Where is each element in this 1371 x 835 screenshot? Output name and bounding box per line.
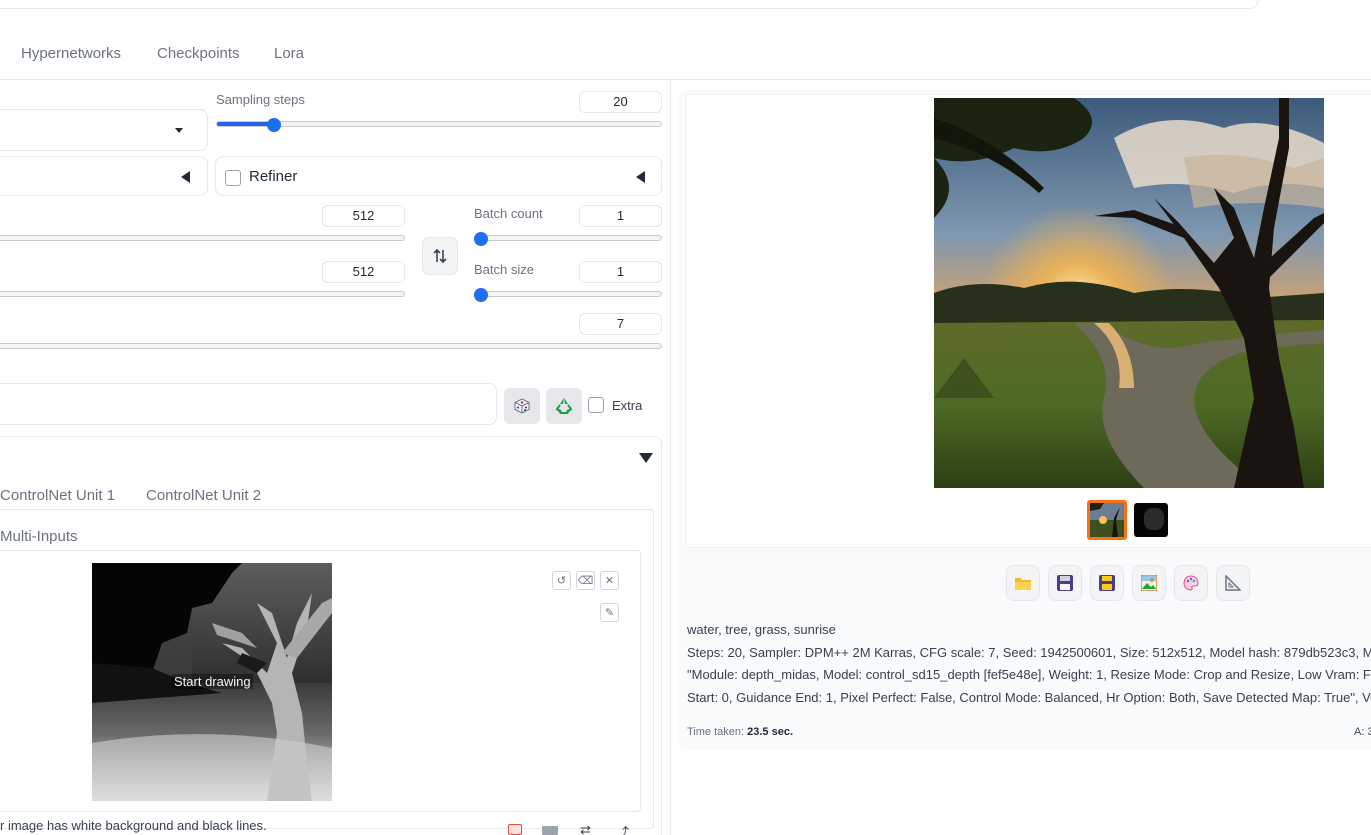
save-button[interactable] <box>1048 565 1082 601</box>
output-prompt: water, tree, grass, sunrise <box>687 622 836 637</box>
generated-image[interactable] <box>934 98 1324 488</box>
output-params-line-2: "Module: depth_midas, Model: control_sd1… <box>687 667 1371 682</box>
floppy-disk-icon <box>1057 575 1073 591</box>
seed-input[interactable] <box>0 383 497 425</box>
brush-icon: ✎ <box>604 607 615 619</box>
open-folder-button[interactable] <box>1006 565 1040 601</box>
send-to-img2img-button[interactable] <box>1132 565 1166 601</box>
webcam-icon[interactable] <box>542 826 558 835</box>
floppy-zip-icon <box>1099 575 1115 591</box>
clear-button[interactable]: ✕ <box>600 571 619 590</box>
batch-size-slider[interactable] <box>474 291 662 297</box>
time-taken-label: Time taken: <box>687 726 745 738</box>
palette-icon <box>1183 575 1199 591</box>
sampling-steps-slider[interactable] <box>216 121 662 127</box>
output-params-line-3: Start: 0, Guidance End: 1, Pixel Perfect… <box>687 690 1371 705</box>
height-input[interactable]: 512 <box>322 261 405 283</box>
undo-button[interactable]: ↺ <box>552 571 571 590</box>
output-params-line-1: Steps: 20, Sampler: DPM++ 2M Karras, CFG… <box>687 645 1371 660</box>
batch-size-label: Batch size <box>474 262 534 277</box>
reuse-seed-button[interactable] <box>546 388 582 424</box>
send-to-inpaint-button[interactable] <box>1174 565 1208 601</box>
collapse-arrow-icon <box>181 171 190 183</box>
sampling-steps-input[interactable]: 20 <box>579 91 662 113</box>
tab-controlnet-unit-2[interactable]: ControlNet Unit 2 <box>146 487 261 504</box>
refiner-label: Refiner <box>249 168 298 185</box>
tab-checkpoints[interactable]: Checkpoints <box>157 45 240 62</box>
tab-controlnet-unit-1[interactable]: ControlNet Unit 1 <box>0 487 115 504</box>
extra-seed-label: Extra <box>612 398 643 413</box>
start-drawing-overlay: Start drawing <box>172 674 253 689</box>
width-input[interactable]: 512 <box>322 205 405 227</box>
thumbnail-selected[interactable] <box>1087 500 1127 540</box>
send-dimensions-icon[interactable]: ⤴ <box>616 822 629 835</box>
eraser-icon: ⌫ <box>577 575 594 587</box>
cfg-scale-input[interactable]: 7 <box>579 313 662 335</box>
collapse-arrow-icon <box>636 171 645 183</box>
width-slider[interactable] <box>0 235 405 241</box>
recycle-icon <box>555 398 573 414</box>
erase-button[interactable]: ⌫ <box>576 571 595 590</box>
cfg-scale-slider[interactable] <box>0 343 662 349</box>
tab-lora[interactable]: Lora <box>274 45 304 62</box>
sampling-steps-label: Sampling steps <box>216 92 305 107</box>
batch-count-handle[interactable] <box>474 232 488 246</box>
swap-vertical-arrows-icon <box>433 248 447 264</box>
height-slider[interactable] <box>0 291 405 297</box>
folder-icon <box>1015 578 1031 590</box>
new-canvas-icon[interactable] <box>508 824 522 835</box>
random-seed-button[interactable] <box>504 388 540 424</box>
hires-fix-accordion[interactable] <box>0 156 208 196</box>
vram-info: A: 3 <box>1354 726 1371 738</box>
sampling-steps-handle[interactable] <box>266 118 281 132</box>
batch-count-input[interactable]: 1 <box>579 205 662 227</box>
refiner-checkbox[interactable] <box>225 170 241 186</box>
extra-networks-tabs: Hypernetworks Checkpoints Lora <box>0 34 1371 80</box>
batch-count-label: Batch count <box>474 206 543 221</box>
collapse-arrow-icon[interactable] <box>639 453 653 463</box>
time-taken-value: 23.5 sec. <box>747 726 793 738</box>
batch-size-handle[interactable] <box>474 288 488 302</box>
mirror-webcam-icon[interactable]: ⇄ <box>580 822 591 835</box>
batch-size-input[interactable]: 1 <box>579 261 662 283</box>
picture-icon <box>1141 575 1157 591</box>
undo-icon: ↺ <box>556 575 567 587</box>
brush-button[interactable]: ✎ <box>600 603 619 622</box>
thumbnail-depth-map[interactable] <box>1134 503 1168 537</box>
time-taken: Time taken: 23.5 sec. <box>687 726 793 738</box>
panel-divider <box>670 80 671 835</box>
close-icon: ✕ <box>604 575 615 587</box>
triangle-ruler-icon <box>1225 575 1241 591</box>
sampler-dropdown[interactable] <box>0 109 208 151</box>
swap-dimensions-button[interactable] <box>422 237 458 275</box>
batch-count-slider[interactable] <box>474 235 662 241</box>
dice-icon <box>514 398 530 414</box>
tab-hypernetworks[interactable]: Hypernetworks <box>21 45 121 62</box>
canvas-hint: r image has white background and black l… <box>0 818 267 833</box>
prompt-input-edge[interactable] <box>0 0 1258 9</box>
extra-seed-checkbox[interactable] <box>588 397 604 413</box>
send-to-extras-button[interactable] <box>1216 565 1250 601</box>
refiner-accordion[interactable]: Refiner <box>215 156 662 196</box>
chevron-down-icon <box>175 128 183 133</box>
multi-inputs-tab[interactable]: Multi-Inputs <box>0 528 78 545</box>
zip-button[interactable] <box>1090 565 1124 601</box>
